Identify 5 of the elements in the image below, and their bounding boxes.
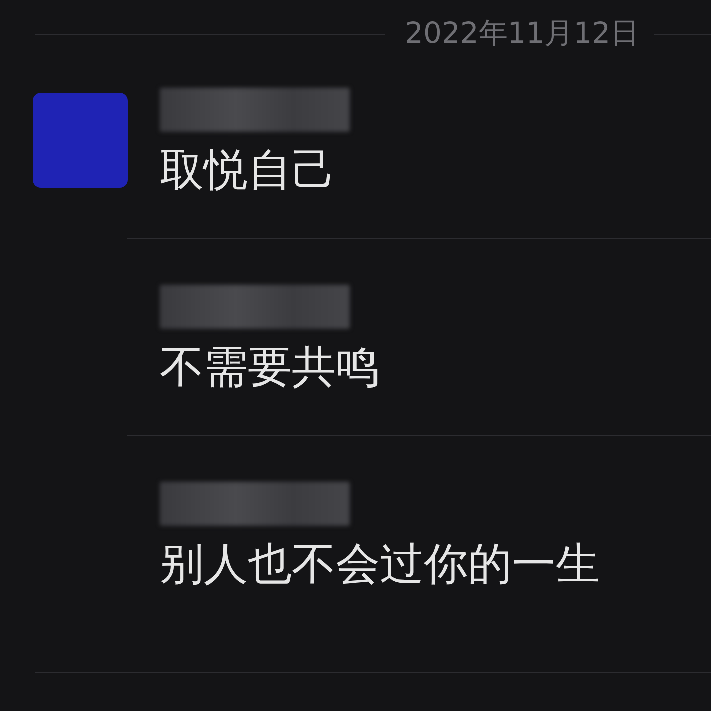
message-text: 取悦自己 <box>160 144 337 198</box>
message-text: 不需要共鸣 <box>160 341 381 395</box>
date-header: 2022年11月12日 <box>404 15 641 52</box>
message-text: 别人也不会过你的一生 <box>160 538 601 592</box>
avatar[interactable] <box>33 93 128 188</box>
